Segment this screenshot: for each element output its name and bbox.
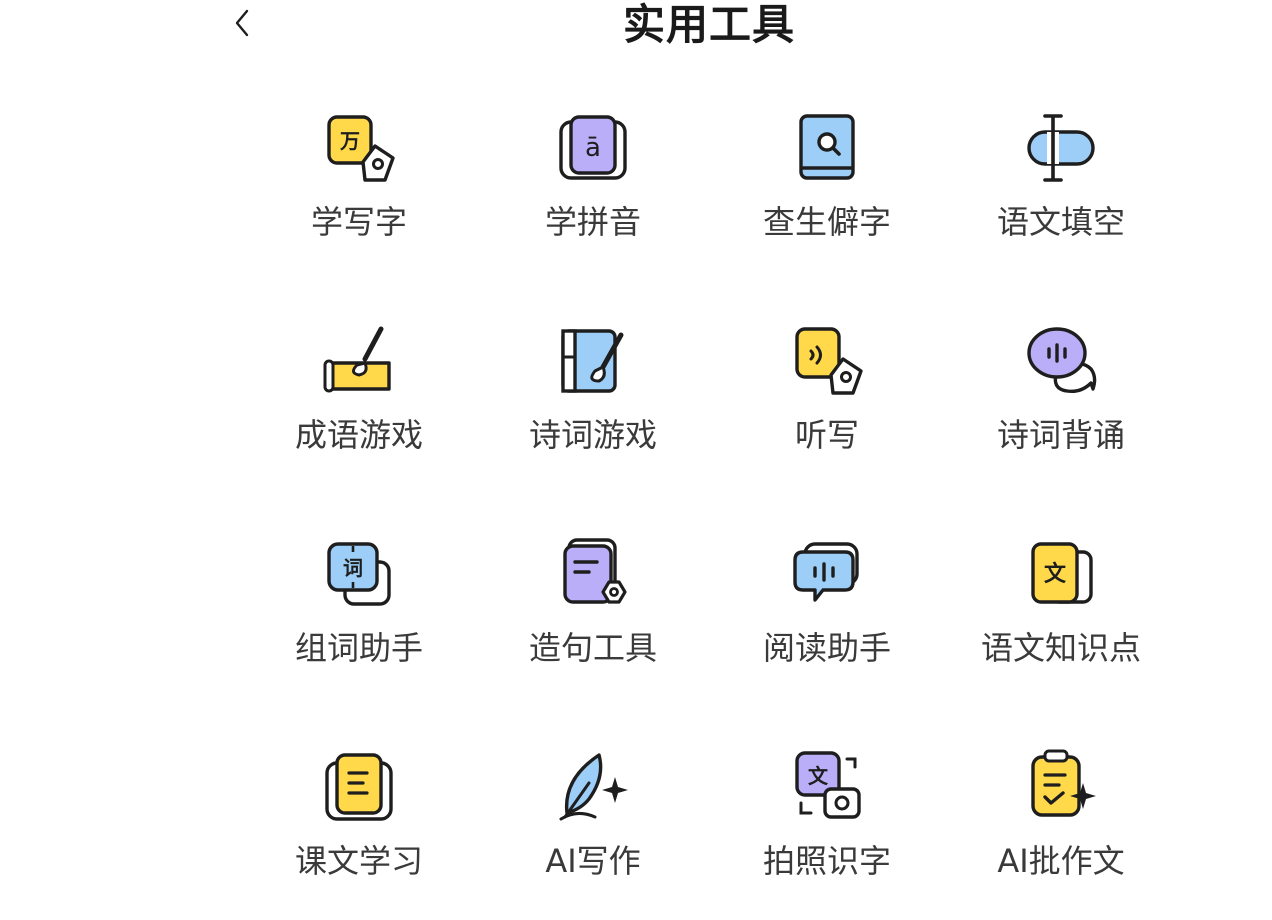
voice-chat-icon — [1027, 327, 1097, 394]
knowledge-card-icon: 文 — [1031, 542, 1093, 604]
tool-sentence-maker[interactable]: 造句工具 — [476, 530, 710, 707]
header-bar: 实用工具 — [0, 0, 1272, 60]
tool-label: 查生僻字 — [762, 203, 891, 241]
tool-lesson-study[interactable]: 课文学习 — [242, 743, 476, 920]
tool-label: 成语游戏 — [294, 416, 423, 454]
sentence-card-icon — [563, 538, 627, 604]
tool-label: 阅读助手 — [762, 629, 891, 667]
tool-word-helper[interactable]: 词 组词助手 — [242, 530, 476, 707]
tool-idiom-game[interactable]: 成语游戏 — [242, 317, 476, 494]
tool-label: 听写 — [794, 416, 859, 454]
tool-ai-writing[interactable]: AI写作 — [476, 743, 710, 920]
write-character-icon: 万 — [327, 115, 395, 182]
page-title: 实用工具 — [622, 0, 795, 49]
tool-dictation[interactable]: 听写 — [710, 317, 944, 494]
tool-poetry-recite[interactable]: 诗词背诵 — [944, 317, 1178, 494]
quill-sparkle-icon — [559, 753, 628, 821]
tool-label: 语文知识点 — [980, 629, 1141, 667]
tool-label: 语文填空 — [996, 203, 1125, 241]
tools-grid: 万 学写字 ā 学拼音 查生僻字 语文填空 成语游戏 诗词游戏 听写 诗词背诵 … — [242, 104, 1178, 920]
brush-notebook-icon — [561, 329, 624, 393]
tool-search-rare-char[interactable]: 查生僻字 — [710, 104, 944, 281]
lesson-book-icon — [325, 753, 393, 821]
photo-recognize-icon: 文 — [795, 751, 861, 819]
tool-label: AI批作文 — [997, 842, 1125, 880]
tool-label: 学拼音 — [544, 203, 641, 241]
tool-label: 组词助手 — [294, 629, 423, 667]
tool-reading-helper[interactable]: 阅读助手 — [710, 530, 944, 707]
pinyin-book-icon: ā — [559, 115, 627, 180]
clipboard-check-icon — [1031, 749, 1096, 817]
svg-text:文: 文 — [808, 764, 829, 788]
tool-write-character[interactable]: 万 学写字 — [242, 104, 476, 281]
tool-fill-blank[interactable]: 语文填空 — [944, 104, 1178, 281]
tool-label: 课文学习 — [294, 842, 423, 880]
tool-label: 拍照识字 — [762, 842, 891, 880]
svg-text:ā: ā — [585, 133, 601, 163]
dictation-pen-icon — [795, 327, 863, 395]
tool-label: 造句工具 — [528, 629, 657, 667]
svg-text:词: 词 — [343, 556, 363, 580]
search-book-icon — [799, 114, 855, 180]
tool-ai-essay-review[interactable]: AI批作文 — [944, 743, 1178, 920]
tool-poetry-game[interactable]: 诗词游戏 — [476, 317, 710, 494]
tool-label: 诗词背诵 — [996, 416, 1125, 454]
brush-scroll-icon — [323, 326, 391, 393]
tool-photo-recognize[interactable]: 文 拍照识字 — [710, 743, 944, 920]
tool-pinyin[interactable]: ā 学拼音 — [476, 104, 710, 281]
tool-knowledge-points[interactable]: 文 语文知识点 — [944, 530, 1178, 707]
svg-text:万: 万 — [339, 129, 360, 153]
tool-label: AI写作 — [545, 842, 641, 880]
tool-label: 诗词游戏 — [528, 416, 657, 454]
reading-audio-icon — [793, 542, 859, 602]
word-card-icon: 词 — [327, 542, 391, 606]
svg-text:文: 文 — [1044, 561, 1067, 587]
tool-label: 学写字 — [310, 203, 407, 241]
text-cursor-icon — [1027, 114, 1095, 182]
